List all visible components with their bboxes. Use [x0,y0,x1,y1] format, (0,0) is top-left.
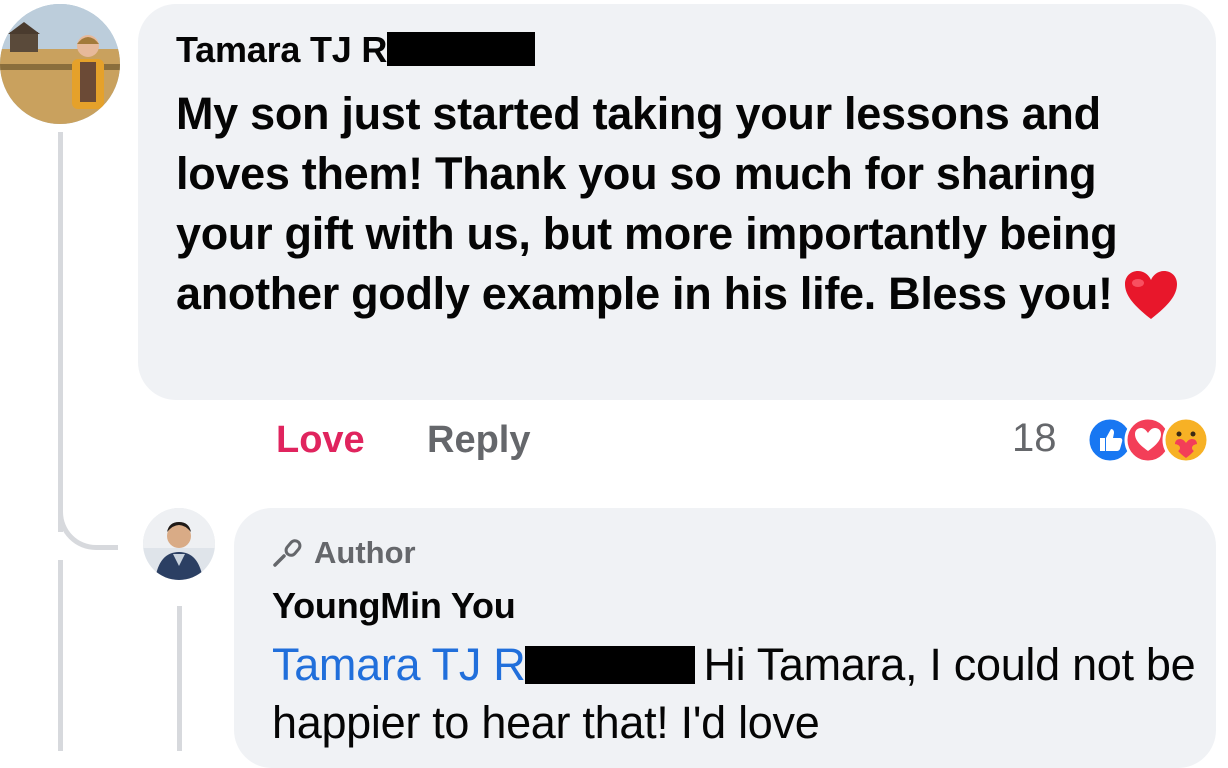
reply-text: Tamara TJ R Hi Tamara, I could not be hap… [272,636,1202,752]
redaction-bar [387,32,536,66]
mention-redaction-bar [525,646,696,684]
thread-line-curve [58,505,118,550]
thread-line-vertical [58,132,63,532]
comment-text: My son just started taking your lessons … [176,84,1196,336]
author-badge-label: Author [314,535,416,570]
reaction-count[interactable]: 18 [1012,416,1057,460]
love-button[interactable]: Love [276,418,365,462]
reply-button[interactable]: Reply [427,418,530,462]
microphone-icon [272,537,306,575]
comment-author-name[interactable]: Tamara TJ R [176,28,536,72]
reply-author-avatar[interactable] [143,508,215,580]
comment-author-visible[interactable]: Tamara TJ R [176,29,387,70]
author-badge: Author [272,535,416,575]
commenter-avatar[interactable] [0,4,120,124]
comment-body: My son just started taking your lessons … [176,88,1118,319]
heart-emoji-icon [1123,269,1179,336]
mention-link[interactable]: Tamara TJ R [272,639,703,690]
thread-line-reply [177,606,182,751]
reply-author-name[interactable]: YoungMin You [272,584,516,628]
mention-text[interactable]: Tamara TJ R [272,639,526,690]
care-icon [1162,416,1210,464]
thread-line-continue [58,560,63,751]
